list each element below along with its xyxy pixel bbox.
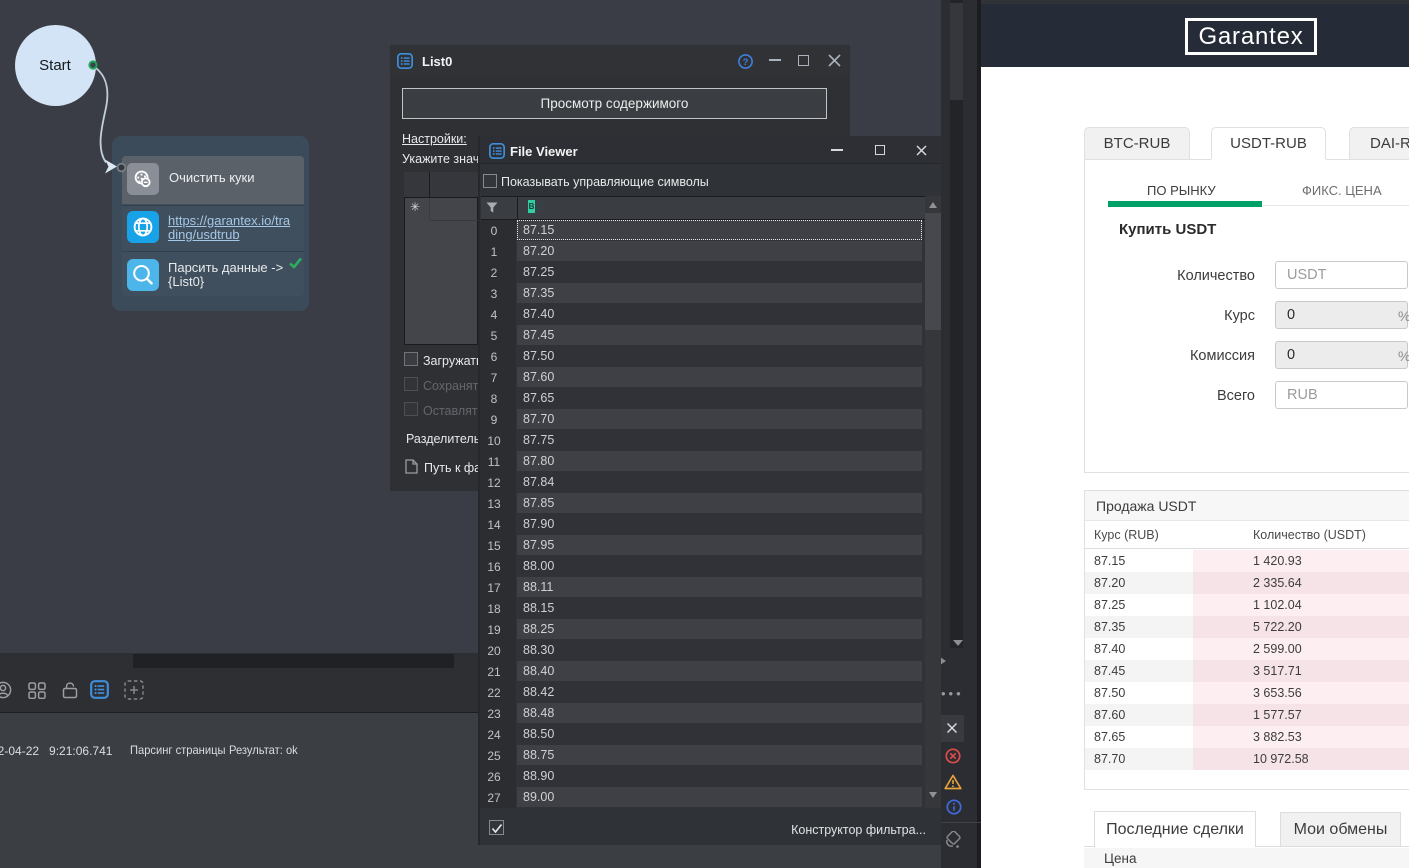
svg-text:?: ? [743,57,749,68]
